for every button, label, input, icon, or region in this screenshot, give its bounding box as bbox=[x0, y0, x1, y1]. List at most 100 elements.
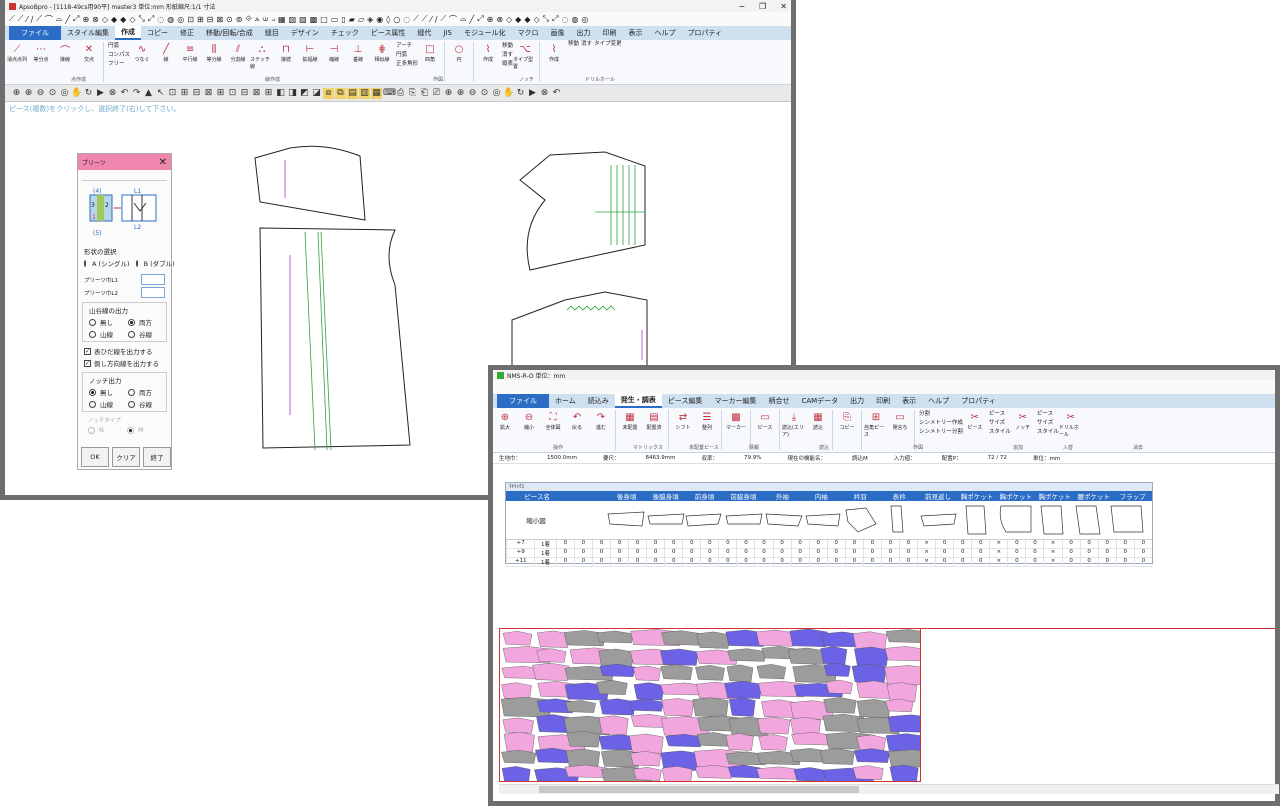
quick-tool-icon[interactable]: ⤡ bbox=[138, 14, 144, 24]
toolbar-icon[interactable]: ◩ bbox=[299, 88, 310, 99]
marker-piece[interactable] bbox=[885, 733, 920, 752]
toolbar-icon[interactable]: ↻ bbox=[515, 88, 526, 99]
toolbar-icon[interactable]: ▶ bbox=[527, 88, 538, 99]
matrix-cell[interactable]: 0 bbox=[628, 549, 646, 557]
quick-tool-icon[interactable]: ◌ bbox=[403, 15, 410, 24]
matrix-cell[interactable]: 0 bbox=[718, 558, 736, 566]
marker-piece[interactable] bbox=[823, 662, 851, 677]
toolbar-icon[interactable]: ◪ bbox=[311, 88, 322, 99]
win1-tab-16[interactable]: 印刷 bbox=[596, 26, 622, 40]
marker-piece[interactable] bbox=[789, 629, 828, 648]
quick-tool-icon[interactable]: ◌ bbox=[157, 15, 164, 24]
matrix-cell[interactable]: 0 bbox=[682, 549, 700, 557]
toolbar-icon[interactable]: ◨ bbox=[287, 88, 298, 99]
quick-tool-icon[interactable]: ⁄ bbox=[430, 15, 431, 24]
win2-ribbon-small-2[interactable]: シンメトリー分割 bbox=[917, 428, 963, 437]
win1-ribbon-small-8[interactable]: 縦表 bbox=[500, 60, 513, 69]
matrix-cell[interactable]: 0 bbox=[718, 540, 736, 548]
matrix-cell[interactable]: 0 bbox=[898, 558, 917, 566]
marker-piece[interactable] bbox=[660, 648, 699, 666]
notch-both-radio[interactable] bbox=[128, 388, 135, 396]
win1-tab-7[interactable]: デザイン bbox=[285, 26, 325, 40]
matrix-cell[interactable]: 0 bbox=[682, 540, 700, 548]
toolbar-icon[interactable]: ⊗ bbox=[539, 88, 550, 99]
notch-valley-radio[interactable] bbox=[128, 400, 135, 408]
quick-tool-icon[interactable]: ◊ bbox=[386, 15, 390, 24]
matrix-cell[interactable]: × bbox=[917, 540, 935, 548]
matrix-cell[interactable]: 0 bbox=[1061, 549, 1080, 557]
toolbar-icon[interactable]: ⊟ bbox=[191, 88, 202, 99]
matrix-cell[interactable]: × bbox=[989, 558, 1007, 566]
marker-piece[interactable] bbox=[856, 734, 886, 751]
toolbar-icon[interactable]: ⊕ bbox=[455, 88, 466, 99]
quick-tool-icon[interactable]: ◆ bbox=[515, 15, 521, 24]
toolbar-icon[interactable]: ⊞ bbox=[179, 88, 190, 99]
win1-ribbon-small-0[interactable]: 円弧 bbox=[106, 42, 130, 51]
marker-piece[interactable] bbox=[729, 697, 756, 717]
win1-tab-9[interactable]: ピース属性 bbox=[365, 26, 412, 40]
matrix-cell[interactable]: 0 bbox=[1133, 540, 1152, 548]
toolbar-icon[interactable]: ▤ bbox=[347, 87, 358, 99]
quick-tool-icon[interactable]: ▰ bbox=[349, 15, 355, 24]
marker-piece[interactable] bbox=[661, 698, 694, 717]
win1-ribbon-button-2[interactable]: ⌒ 接線 bbox=[53, 40, 77, 64]
win1-ribbon-small-1[interactable]: コンパス bbox=[106, 51, 130, 60]
quick-tool-icon[interactable]: ∕ bbox=[31, 15, 34, 24]
win2-ribbon-small-4[interactable]: サイズ bbox=[987, 419, 1011, 428]
marker-layout[interactable] bbox=[499, 628, 921, 782]
toolbar-icon[interactable]: ⊕ bbox=[11, 88, 22, 99]
win2-ribbon-small-6[interactable]: ピース bbox=[1035, 410, 1059, 419]
matrix-cell[interactable]: 0 bbox=[1079, 540, 1098, 548]
clear-button[interactable]: クリア bbox=[112, 447, 140, 467]
matrix-cell[interactable]: 0 bbox=[555, 549, 574, 557]
marker-piece[interactable] bbox=[823, 697, 857, 714]
quick-tool-icon[interactable]: ⌒ bbox=[449, 14, 457, 25]
quick-tool-icon[interactable]: ◇ bbox=[533, 15, 539, 24]
quick-tool-icon[interactable]: ⊡ bbox=[187, 15, 194, 24]
win1-tab-11[interactable]: JIS bbox=[437, 26, 458, 40]
quick-tool-icon[interactable]: ⟓ bbox=[271, 14, 275, 24]
win1-ribbon-button-8[interactable]: ⫽ 分割線 bbox=[226, 40, 250, 64]
quick-tool-icon[interactable]: ▩ bbox=[310, 15, 318, 24]
matrix-cell[interactable]: 0 bbox=[880, 549, 899, 557]
matrix-cell[interactable]: 0 bbox=[1133, 558, 1152, 566]
win2-ribbon-button-18[interactable]: ✂ ドリルホール bbox=[1059, 408, 1083, 439]
quick-tool-icon[interactable]: ∕ bbox=[435, 15, 438, 24]
matrix-cell[interactable]: 0 bbox=[754, 549, 772, 557]
win2-tab-7[interactable]: CAMデータ bbox=[795, 394, 844, 408]
matrix-cell[interactable]: 0 bbox=[664, 549, 682, 557]
toolbar-icon[interactable]: ⊡ bbox=[167, 88, 178, 99]
marker-piece[interactable] bbox=[694, 765, 734, 779]
quick-tool-icon[interactable]: ▧ bbox=[289, 15, 297, 24]
matrix-cell[interactable]: 0 bbox=[736, 549, 754, 557]
quick-tool-icon[interactable]: ◇ bbox=[102, 15, 108, 24]
toolbar-icon[interactable]: ⊞ bbox=[263, 88, 274, 99]
win2-ribbon-small-7[interactable]: サイズ bbox=[1035, 419, 1059, 428]
quick-tool-icon[interactable]: ◍ bbox=[571, 15, 578, 24]
quick-tool-icon[interactable]: ⟑ bbox=[255, 14, 260, 24]
toolbar-icon[interactable]: ↖ bbox=[155, 88, 166, 99]
win1-ribbon-button-5[interactable]: ╱ 線 bbox=[154, 40, 178, 64]
marker-piece[interactable] bbox=[724, 681, 762, 699]
win1-tab-18[interactable]: ヘルプ bbox=[648, 26, 681, 40]
matrix-cell[interactable]: 0 bbox=[1061, 540, 1080, 548]
marker-piece[interactable] bbox=[502, 631, 533, 646]
toolbar-icon[interactable]: ⊠ bbox=[203, 88, 214, 99]
toolbar-icon[interactable]: ◧ bbox=[275, 88, 286, 99]
win1-tab-3[interactable]: コピー bbox=[141, 26, 174, 40]
marker-piece[interactable] bbox=[532, 662, 570, 681]
win2-ribbon-button-14[interactable]: ⊞ 自角ピース bbox=[864, 408, 888, 439]
quick-tool-icon[interactable]: ╱ bbox=[469, 15, 474, 24]
matrix-cell[interactable]: 0 bbox=[935, 549, 953, 557]
quick-tool-icon[interactable]: ⁄ bbox=[26, 15, 27, 24]
win2-ribbon-button-6[interactable]: ▤ 配置済 bbox=[642, 408, 666, 432]
win2-ribbon-button-8[interactable]: ☰ 整列 bbox=[695, 408, 719, 432]
win2-tab-2[interactable]: 読込み bbox=[582, 394, 615, 408]
marker-piece[interactable] bbox=[598, 715, 629, 736]
shape-a-radio[interactable] bbox=[84, 259, 86, 267]
marker-piece[interactable] bbox=[820, 646, 848, 665]
win1-ribbon-button-19[interactable]: ⌇ 作成 bbox=[542, 40, 566, 64]
win1-tab-14[interactable]: 画像 bbox=[544, 26, 570, 40]
marker-piece[interactable] bbox=[854, 748, 890, 763]
toolbar-icon[interactable]: ▦ bbox=[371, 87, 382, 99]
